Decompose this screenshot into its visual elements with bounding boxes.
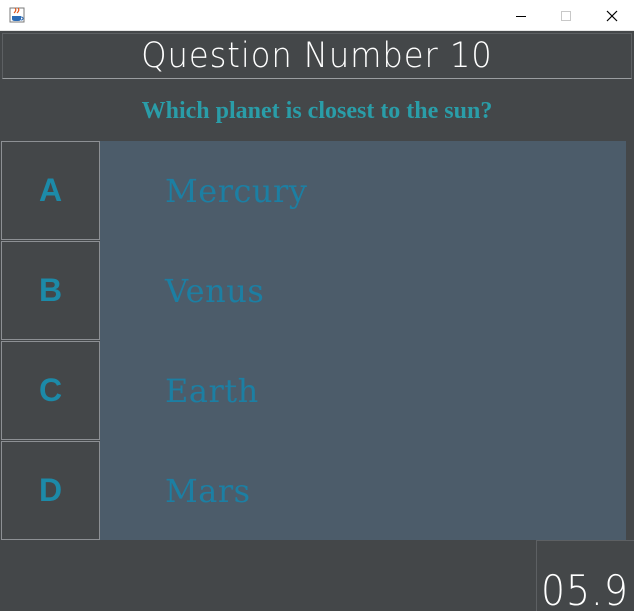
option-b-button[interactable]: B xyxy=(1,241,100,340)
option-d-button[interactable]: D xyxy=(1,441,100,540)
timer-value: 05.9 xyxy=(541,566,629,611)
answer-a-text: Mercury xyxy=(165,172,308,210)
question-text: Which planet is closest to the sun? xyxy=(141,97,493,124)
question-number-label: Question Number 10 xyxy=(141,36,493,76)
java-cup-icon xyxy=(9,7,25,23)
option-a-button[interactable]: A xyxy=(1,141,100,240)
maximize-button[interactable] xyxy=(543,0,589,31)
question-number-header: Question Number 10 xyxy=(2,33,632,79)
answers-panel: Mercury Venus Earth Mars xyxy=(100,141,626,540)
maximize-icon xyxy=(561,10,571,21)
close-button[interactable] xyxy=(589,0,634,31)
bottom-bar xyxy=(0,540,536,611)
answer-d-text: Mars xyxy=(165,472,251,510)
option-c-button[interactable]: C xyxy=(1,341,100,440)
minimize-icon xyxy=(516,15,526,17)
answer-b-text: Venus xyxy=(165,272,265,310)
quiz-frame: Question Number 10 Which planet is close… xyxy=(0,31,634,611)
window-titlebar xyxy=(0,0,634,31)
close-icon xyxy=(606,10,618,21)
minimize-button[interactable] xyxy=(498,0,544,31)
answer-c-text: Earth xyxy=(165,372,259,410)
countdown-timer: 05.9 xyxy=(536,540,634,611)
